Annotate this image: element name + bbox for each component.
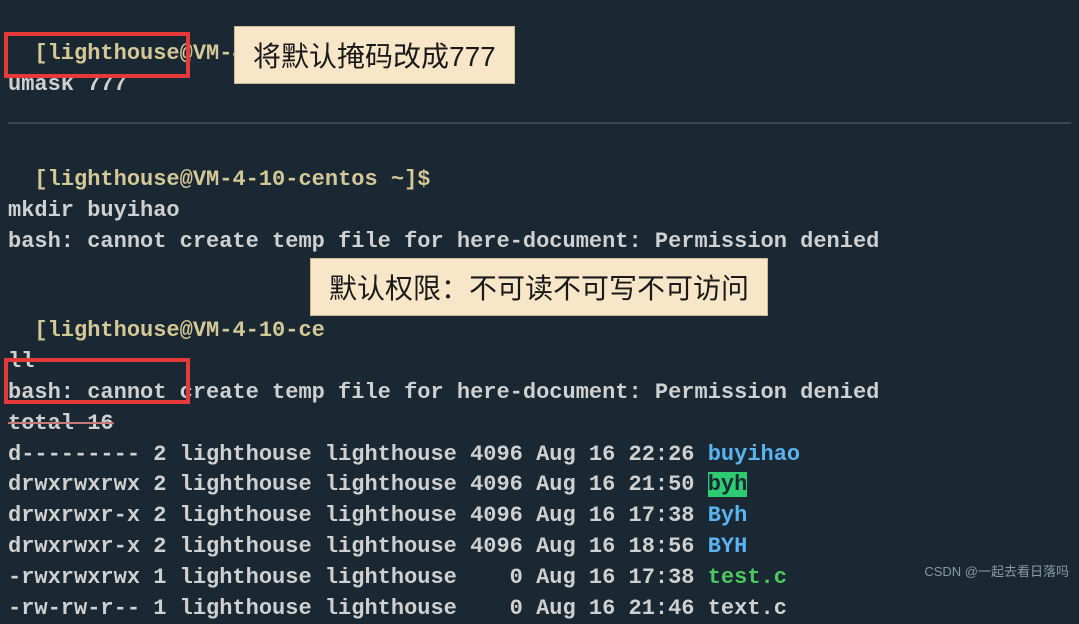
file-name: test.c <box>708 565 787 590</box>
list-item: drwxrwxr-x 2 lighthouse lighthouse 4096 … <box>8 532 1071 563</box>
highlight-box-umask <box>4 32 190 78</box>
list-item: drwxrwxrwx 2 lighthouse lighthouse 4096 … <box>8 470 1071 501</box>
total-line: total 16 <box>8 409 1071 440</box>
divider-1 <box>8 122 1071 124</box>
prompt-line-2: [lighthouse@VM-4-10-centos ~]$ <box>8 134 1071 196</box>
watermark: CSDN @一起去看日落吗 <box>924 561 1069 580</box>
file-name: buyihao <box>708 442 800 467</box>
file-name: text.c <box>708 596 787 621</box>
list-item: -rw-rw-r-- 1 lighthouse lighthouse 0 Aug… <box>8 594 1071 624</box>
annotation-umask: 将默认掩码改成777 <box>234 26 515 84</box>
list-item: -rwxrwxrwx 1 lighthouse lighthouse 0 Aug… <box>8 563 1071 594</box>
file-listing: d--------- 2 lighthouse lighthouse 4096 … <box>8 440 1071 624</box>
file-name: Byh <box>708 503 748 528</box>
highlight-box-perms <box>4 358 190 404</box>
annotation-permission: 默认权限：不可读不可写不可访问 <box>310 258 768 316</box>
list-item: drwxrwxr-x 2 lighthouse lighthouse 4096 … <box>8 501 1071 532</box>
error-line-1: bash: cannot create temp file for here-d… <box>8 227 1071 258</box>
file-name: byh <box>708 472 748 497</box>
file-name: BYH <box>708 534 748 559</box>
list-item: d--------- 2 lighthouse lighthouse 4096 … <box>8 440 1071 471</box>
cmd-mkdir: mkdir buyihao <box>8 196 1071 227</box>
